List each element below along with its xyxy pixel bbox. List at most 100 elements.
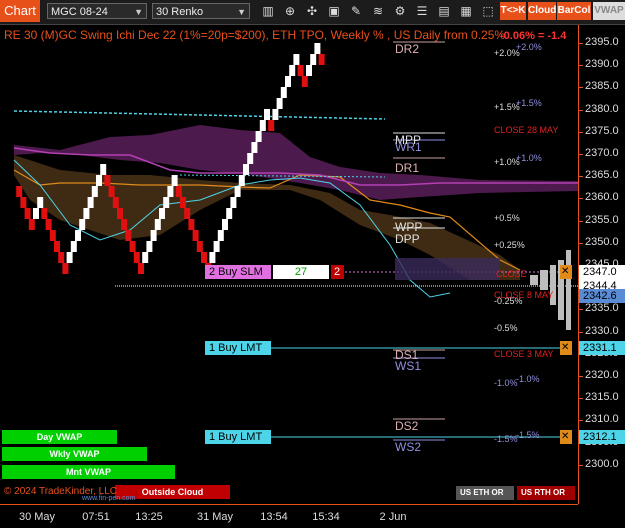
renko-up-brick [213,241,220,252]
cancel-order-icon[interactable]: ✕ [560,341,572,355]
renko-down-brick [188,219,195,230]
price-label: 2375.0 [585,124,619,137]
renko-up-brick [285,76,291,87]
us-eth-or-button[interactable]: US ETH OR [456,486,514,500]
renko-down-brick [133,252,140,263]
time-label: 2 Jun [379,511,407,523]
price-tick [579,420,583,422]
chart-trader-icon[interactable]: ☰ [414,3,430,19]
renko-up-brick [230,197,237,208]
time-axis[interactable]: 30 May 07:51 13:25 31 May 13:54 15:34 2 … [0,504,578,528]
renko-up-brick [163,197,170,208]
renko-down-brick [45,219,52,230]
cursor-icon[interactable]: ✣ [304,3,320,19]
price-tick [579,220,583,222]
price-label: 2370.0 [585,147,619,159]
price-tick [579,464,583,466]
bar-chart-icon[interactable]: ▥ [260,3,276,19]
zoom-in-icon[interactable]: ⊕ [282,3,298,19]
price-tick [579,176,583,178]
renko-up-brick [251,142,258,153]
renko-up-brick [79,219,86,230]
renko-down-brick [24,208,31,219]
renko-down-brick [318,54,325,65]
time-label: 30 May [18,511,56,523]
price-tick [579,309,583,311]
renko-down-brick [49,230,56,241]
template-icon[interactable]: ⬚ [480,3,496,19]
renko-down-brick [192,230,199,241]
dr1-label: DR1 [395,161,420,175]
buy-lmt-order-tag-2[interactable]: 1 Buy LMT [205,430,271,444]
cancel-order-icon[interactable]: ✕ [560,430,572,444]
pct-minus-0-5: -0.5% [494,323,518,333]
wkly-vwap-bar: Wkly VWAP [2,447,147,461]
price-badge-2342: 2342.6 [579,289,625,303]
renko-down-brick [180,197,186,208]
renko-down-brick [16,186,23,197]
price-tick [579,154,583,155]
renko-up-brick [146,241,153,252]
chart-menu-button[interactable]: Chart [0,0,40,22]
price-tick [579,65,583,67]
renko-up-brick [272,109,279,120]
renko-up-brick [171,175,178,186]
bar-type-selector[interactable]: 30 Renko ▼ [152,3,250,19]
renko-up-brick [87,197,94,208]
renko-up-brick [37,197,44,208]
price-label: 2310.0 [585,413,619,426]
strategy-icon[interactable]: ⚙ [392,3,408,19]
renko-down-brick [129,241,136,252]
time-label: 15:34 [312,511,340,523]
renko-down-brick [301,76,308,87]
wk-pct-plus-1: +1.0% [516,153,542,163]
price-label: 2315.0 [585,391,619,404]
buy-slm-quantity[interactable]: 27 [273,265,329,279]
pencil-icon[interactable]: ✎ [348,3,364,19]
renko-up-brick [96,175,102,186]
properties-icon[interactable]: ▦ [458,3,474,19]
pct-minus-1-5: -1.5% [494,434,518,444]
price-tick [579,376,583,377]
data-box-icon[interactable]: ▤ [436,3,452,19]
renko-up-brick [33,208,39,219]
buy-lmt-order-tag-1[interactable]: 1 Buy LMT [205,341,271,355]
us-rth-or-button[interactable]: US RTH OR [517,486,575,500]
close-28-may-label: CLOSE 28 MAY [494,125,559,135]
buy-slm-count[interactable]: 2 [331,265,344,279]
pct-plus-0-5: +0.5% [494,213,520,223]
mnt-vwap-bar: Mnt VWAP [2,465,175,479]
renko-up-brick [83,208,90,219]
price-label: 2335.0 [585,302,619,315]
renko-down-brick [196,241,203,252]
renko-up-brick [234,186,241,197]
renko-up-brick [91,186,98,197]
price-label: 2360.0 [585,191,619,204]
tk-toggle-button[interactable]: T<>K [500,2,526,20]
price-tick [579,242,583,244]
renko-down-brick [117,208,123,219]
barcol-toggle-button[interactable]: BarCol [557,2,591,20]
chart-plot-area[interactable]: RE 30 (M)GC Swing Ichi Dec 22 (1%=20p=$2… [0,25,578,504]
renko-up-brick [293,54,300,65]
scroll-icon[interactable]: ▣ [326,3,342,19]
time-label: 13:25 [135,511,163,523]
renko-up-brick [259,120,266,131]
price-tick [579,331,583,333]
renko-up-brick [243,164,249,175]
renko-up-brick [310,54,317,65]
instrument-selector[interactable]: MGC 08-24 ▼ [47,3,147,19]
price-badge-2331: 2331.1 [579,341,625,355]
buy-slm-order-tag[interactable]: 2 Buy SLM [205,265,271,279]
renko-up-brick [217,230,224,241]
renko-up-brick [314,43,321,54]
vwap-toggle-button[interactable]: VWAP [593,2,625,20]
price-axis[interactable]: 2395.0 2390.0 2385.0 2380.0 2375.0 2370.0 2365… [578,25,625,504]
indicator-icon[interactable]: ≋ [370,3,386,19]
price-label: 2365.0 [585,169,619,182]
renko-up-brick [167,186,174,197]
renko-down-brick [268,120,275,131]
cancel-order-icon[interactable]: ✕ [560,265,572,279]
renko-down-brick [28,219,35,230]
cloud-toggle-button[interactable]: Cloud [528,2,556,20]
